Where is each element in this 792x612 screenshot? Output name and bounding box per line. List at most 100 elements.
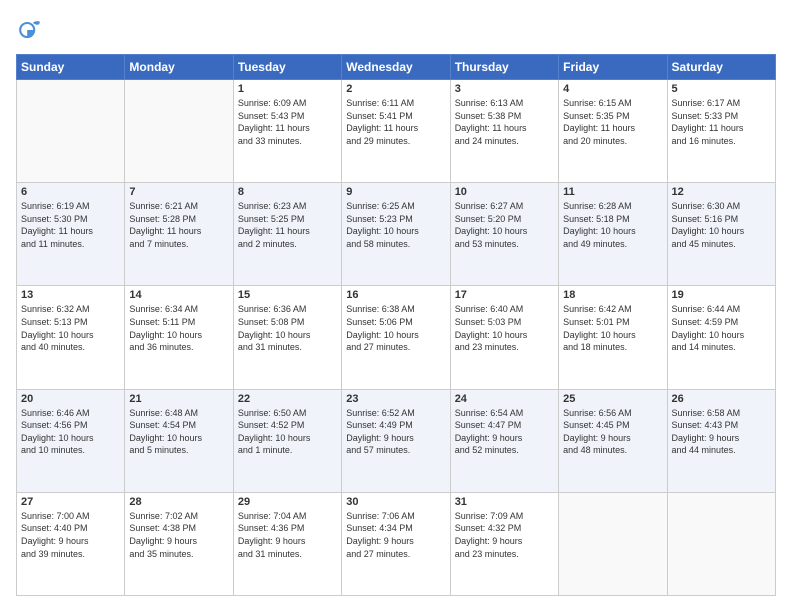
- calendar-cell: 21 Sunrise: 6:48 AM Sunset: 4:54 PM Dayli…: [125, 389, 233, 492]
- calendar-cell: 23 Sunrise: 6:52 AM Sunset: 4:49 PM Dayli…: [342, 389, 450, 492]
- day-number: 26: [672, 393, 771, 405]
- calendar-cell: 30 Sunrise: 7:06 AM Sunset: 4:34 PM Dayli…: [342, 492, 450, 595]
- day-number: 1: [238, 83, 337, 95]
- day-info: Sunrise: 6:32 AM Sunset: 5:13 PM Dayligh…: [21, 303, 120, 353]
- day-number: 24: [455, 393, 554, 405]
- calendar-row: 27Sunrise: 7:00 AM Sunset: 4:40 PM Dayli…: [17, 492, 776, 595]
- calendar-cell: 24 Sunrise: 6:54 AM Sunset: 4:47 PM Dayli…: [450, 389, 558, 492]
- day-number: 19: [672, 289, 771, 301]
- day-number: 4: [563, 83, 662, 95]
- day-number: 9: [346, 186, 445, 198]
- calendar-row: 20 Sunrise: 6:46 AM Sunset: 4:56 PM Dayli…: [17, 389, 776, 492]
- day-number: 23: [346, 393, 445, 405]
- day-info: Sunrise: 7:04 AM Sunset: 4:36 PM Dayligh…: [238, 510, 337, 560]
- day-number: 20: [21, 393, 120, 405]
- day-number: 11: [563, 186, 662, 198]
- day-number: 30: [346, 496, 445, 508]
- day-number: 10: [455, 186, 554, 198]
- calendar-cell: 26 Sunrise: 6:58 AM Sunset: 4:43 PM Dayli…: [667, 389, 775, 492]
- header-row: SundayMondayTuesdayWednesdayThursdayFrid…: [17, 55, 776, 80]
- weekday-header: Friday: [559, 55, 667, 80]
- day-info: Sunrise: 6:40 AM Sunset: 5:03 PM Dayligh…: [455, 303, 554, 353]
- day-info: Sunrise: 6:15 AM Sunset: 5:35 PM Dayligh…: [563, 97, 662, 147]
- day-info: Sunrise: 6:46 AM Sunset: 4:56 PM Dayligh…: [21, 407, 120, 457]
- day-info: Sunrise: 6:38 AM Sunset: 5:06 PM Dayligh…: [346, 303, 445, 353]
- calendar-cell: 1 Sunrise: 6:09 AM Sunset: 5:43 PM Daylig…: [233, 80, 341, 183]
- calendar-cell: 20 Sunrise: 6:46 AM Sunset: 4:56 PM Dayli…: [17, 389, 125, 492]
- calendar-row: 13Sunrise: 6:32 AM Sunset: 5:13 PM Dayli…: [17, 286, 776, 389]
- weekday-header: Monday: [125, 55, 233, 80]
- day-info: Sunrise: 6:48 AM Sunset: 4:54 PM Dayligh…: [129, 407, 228, 457]
- logo-icon: [16, 16, 44, 44]
- page: SundayMondayTuesdayWednesdayThursdayFrid…: [0, 0, 792, 612]
- day-info: Sunrise: 7:00 AM Sunset: 4:40 PM Dayligh…: [21, 510, 120, 560]
- day-info: Sunrise: 6:25 AM Sunset: 5:23 PM Dayligh…: [346, 200, 445, 250]
- calendar-cell: 4 Sunrise: 6:15 AM Sunset: 5:35 PM Daylig…: [559, 80, 667, 183]
- day-info: Sunrise: 7:09 AM Sunset: 4:32 PM Dayligh…: [455, 510, 554, 560]
- day-number: 3: [455, 83, 554, 95]
- calendar-cell: 28 Sunrise: 7:02 AM Sunset: 4:38 PM Dayli…: [125, 492, 233, 595]
- calendar-cell: 13Sunrise: 6:32 AM Sunset: 5:13 PM Dayli…: [17, 286, 125, 389]
- calendar-table: SundayMondayTuesdayWednesdayThursdayFrid…: [16, 54, 776, 596]
- day-info: Sunrise: 6:27 AM Sunset: 5:20 PM Dayligh…: [455, 200, 554, 250]
- day-number: 28: [129, 496, 228, 508]
- weekday-header: Sunday: [17, 55, 125, 80]
- logo: [16, 16, 48, 44]
- day-info: Sunrise: 6:11 AM Sunset: 5:41 PM Dayligh…: [346, 97, 445, 147]
- calendar-row: 1 Sunrise: 6:09 AM Sunset: 5:43 PM Daylig…: [17, 80, 776, 183]
- calendar-cell: [125, 80, 233, 183]
- calendar-cell: 10 Sunrise: 6:27 AM Sunset: 5:20 PM Dayli…: [450, 183, 558, 286]
- day-info: Sunrise: 6:09 AM Sunset: 5:43 PM Dayligh…: [238, 97, 337, 147]
- day-info: Sunrise: 6:21 AM Sunset: 5:28 PM Dayligh…: [129, 200, 228, 250]
- calendar-cell: 18 Sunrise: 6:42 AM Sunset: 5:01 PM Dayli…: [559, 286, 667, 389]
- day-number: 16: [346, 289, 445, 301]
- day-info: Sunrise: 6:58 AM Sunset: 4:43 PM Dayligh…: [672, 407, 771, 457]
- calendar-cell: 29Sunrise: 7:04 AM Sunset: 4:36 PM Dayli…: [233, 492, 341, 595]
- day-number: 21: [129, 393, 228, 405]
- day-number: 31: [455, 496, 554, 508]
- day-info: Sunrise: 7:02 AM Sunset: 4:38 PM Dayligh…: [129, 510, 228, 560]
- day-number: 2: [346, 83, 445, 95]
- calendar-cell: 17 Sunrise: 6:40 AM Sunset: 5:03 PM Dayli…: [450, 286, 558, 389]
- calendar-cell: 27Sunrise: 7:00 AM Sunset: 4:40 PM Dayli…: [17, 492, 125, 595]
- calendar-cell: 25 Sunrise: 6:56 AM Sunset: 4:45 PM Dayli…: [559, 389, 667, 492]
- day-info: Sunrise: 7:06 AM Sunset: 4:34 PM Dayligh…: [346, 510, 445, 560]
- day-number: 22: [238, 393, 337, 405]
- calendar-cell: 19 Sunrise: 6:44 AM Sunset: 4:59 PM Dayli…: [667, 286, 775, 389]
- day-number: 18: [563, 289, 662, 301]
- weekday-header: Thursday: [450, 55, 558, 80]
- weekday-header: Wednesday: [342, 55, 450, 80]
- day-number: 25: [563, 393, 662, 405]
- calendar-cell: 2 Sunrise: 6:11 AM Sunset: 5:41 PM Daylig…: [342, 80, 450, 183]
- calendar-cell: 8Sunrise: 6:23 AM Sunset: 5:25 PM Daylig…: [233, 183, 341, 286]
- day-number: 5: [672, 83, 771, 95]
- day-info: Sunrise: 6:56 AM Sunset: 4:45 PM Dayligh…: [563, 407, 662, 457]
- day-info: Sunrise: 6:54 AM Sunset: 4:47 PM Dayligh…: [455, 407, 554, 457]
- day-number: 6: [21, 186, 120, 198]
- day-info: Sunrise: 6:19 AM Sunset: 5:30 PM Dayligh…: [21, 200, 120, 250]
- calendar-cell: 3Sunrise: 6:13 AM Sunset: 5:38 PM Daylig…: [450, 80, 558, 183]
- header: [16, 16, 776, 44]
- day-info: Sunrise: 6:52 AM Sunset: 4:49 PM Dayligh…: [346, 407, 445, 457]
- calendar-cell: [17, 80, 125, 183]
- day-info: Sunrise: 6:44 AM Sunset: 4:59 PM Dayligh…: [672, 303, 771, 353]
- calendar-cell: 31 Sunrise: 7:09 AM Sunset: 4:32 PM Dayli…: [450, 492, 558, 595]
- calendar-cell: 9 Sunrise: 6:25 AM Sunset: 5:23 PM Daylig…: [342, 183, 450, 286]
- calendar-cell: 6 Sunrise: 6:19 AM Sunset: 5:30 PM Daylig…: [17, 183, 125, 286]
- day-info: Sunrise: 6:50 AM Sunset: 4:52 PM Dayligh…: [238, 407, 337, 457]
- day-info: Sunrise: 6:42 AM Sunset: 5:01 PM Dayligh…: [563, 303, 662, 353]
- day-info: Sunrise: 6:30 AM Sunset: 5:16 PM Dayligh…: [672, 200, 771, 250]
- day-info: Sunrise: 6:34 AM Sunset: 5:11 PM Dayligh…: [129, 303, 228, 353]
- day-number: 14: [129, 289, 228, 301]
- calendar-cell: 16 Sunrise: 6:38 AM Sunset: 5:06 PM Dayli…: [342, 286, 450, 389]
- day-info: Sunrise: 6:23 AM Sunset: 5:25 PM Dayligh…: [238, 200, 337, 250]
- calendar-cell: 5 Sunrise: 6:17 AM Sunset: 5:33 PM Daylig…: [667, 80, 775, 183]
- calendar-cell: 11Sunrise: 6:28 AM Sunset: 5:18 PM Dayli…: [559, 183, 667, 286]
- calendar-row: 6 Sunrise: 6:19 AM Sunset: 5:30 PM Daylig…: [17, 183, 776, 286]
- weekday-header: Tuesday: [233, 55, 341, 80]
- calendar-cell: 15 Sunrise: 6:36 AM Sunset: 5:08 PM Dayli…: [233, 286, 341, 389]
- day-info: Sunrise: 6:36 AM Sunset: 5:08 PM Dayligh…: [238, 303, 337, 353]
- day-info: Sunrise: 6:17 AM Sunset: 5:33 PM Dayligh…: [672, 97, 771, 147]
- day-number: 17: [455, 289, 554, 301]
- day-number: 15: [238, 289, 337, 301]
